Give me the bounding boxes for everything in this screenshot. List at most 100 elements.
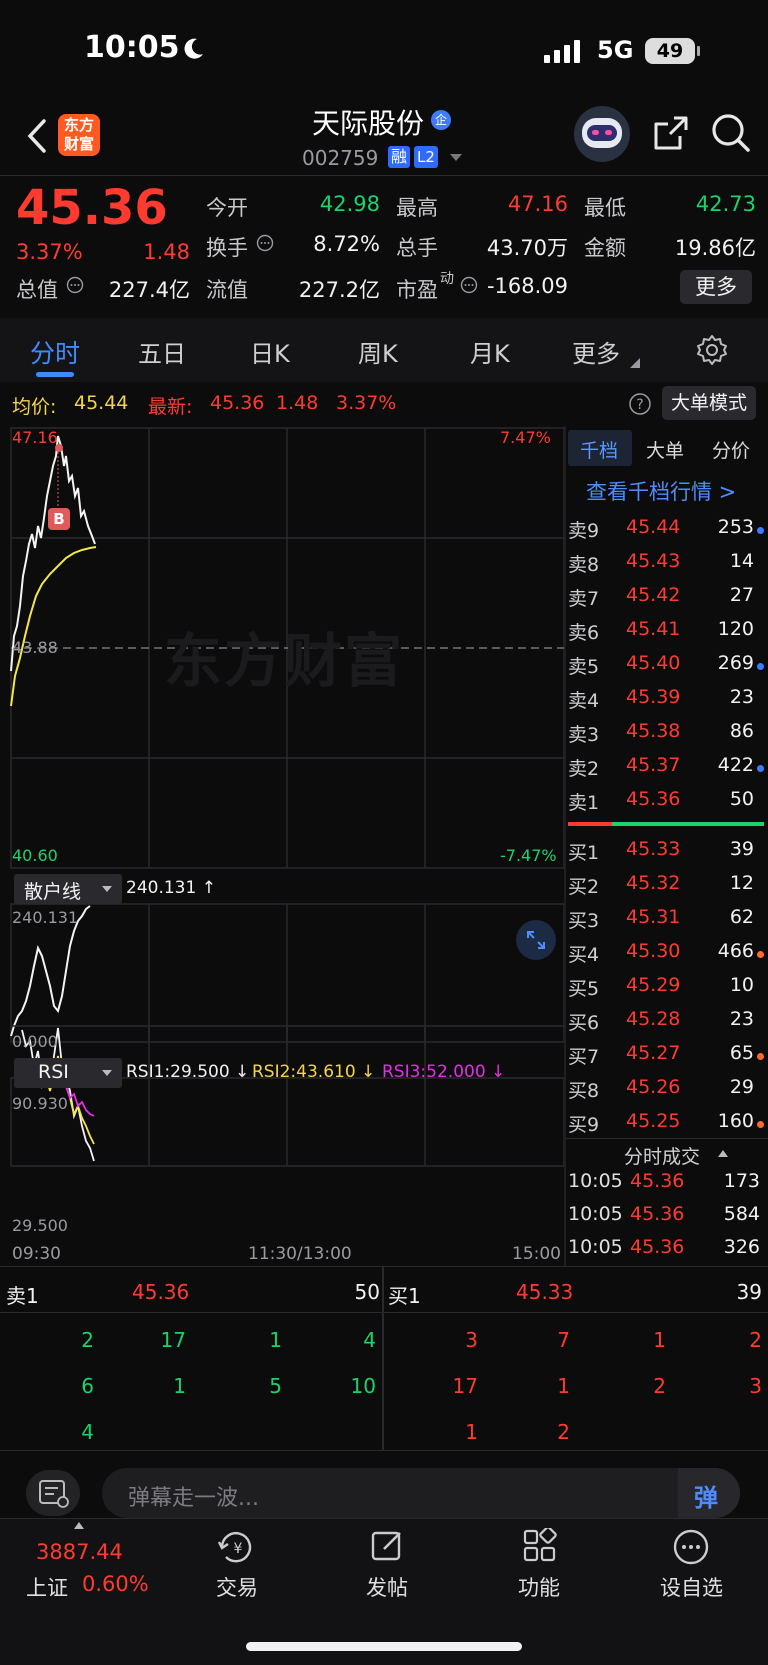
app-logo[interactable]: 东方财富 xyxy=(58,114,100,156)
queue-order: 1 xyxy=(173,1374,186,1398)
ask-row[interactable]: 卖4 45.39 23 xyxy=(568,686,764,720)
level-label: 卖9 xyxy=(568,520,600,542)
bid-row[interactable]: 买6 45.28 23 xyxy=(568,1008,764,1042)
intraday-chart[interactable] xyxy=(0,426,566,1236)
bid-row[interactable]: 买4 45.30 466 xyxy=(568,940,764,974)
ask-row[interactable]: 卖6 45.41 120 xyxy=(568,618,764,652)
level-label: 买5 xyxy=(568,978,600,1000)
tab-intraday[interactable]: 分时 xyxy=(30,334,80,370)
queue-order: 6 xyxy=(81,1374,94,1398)
rsi-indicator-select[interactable]: RSI xyxy=(14,1058,122,1088)
queue-order: 17 xyxy=(160,1328,186,1352)
ask-row[interactable]: 卖3 45.38 86 xyxy=(568,720,764,754)
comment-input[interactable]: 弹幕走一波... 弹 xyxy=(102,1468,740,1518)
bid-row[interactable]: 买3 45.31 62 xyxy=(568,906,764,940)
bid-row[interactable]: 买1 45.33 39 xyxy=(568,838,764,872)
trades-divider xyxy=(566,1138,768,1139)
index-percent[interactable]: 0.60% xyxy=(82,1572,149,1596)
expand-chart-button[interactable] xyxy=(516,920,556,960)
stock-name: 天际股份 xyxy=(312,107,425,140)
ask-row[interactable]: 卖1 45.36 50 xyxy=(568,788,764,822)
big-order-mode-button[interactable]: 大单模式 xyxy=(662,386,756,420)
index-name[interactable]: 上证 xyxy=(26,1572,68,1602)
bid-row[interactable]: 买8 45.26 29 xyxy=(568,1076,764,1110)
level-volume: 422 xyxy=(717,754,754,776)
change-percent: 3.37% xyxy=(16,240,83,264)
robot-assistant-icon[interactable] xyxy=(574,106,630,162)
help-icon[interactable]: ? xyxy=(628,392,652,416)
level-volume: 12 xyxy=(729,872,754,894)
send-danmaku-button[interactable]: 弹 xyxy=(678,1468,740,1518)
bid-row[interactable]: 买2 45.32 12 xyxy=(568,872,764,906)
avg-price-value: 45.44 xyxy=(74,392,129,414)
queue-order: 3 xyxy=(749,1374,762,1398)
bid-row[interactable]: 买7 45.27 65 xyxy=(568,1042,764,1076)
svg-text:?: ? xyxy=(636,397,643,413)
view-thousand-levels-link[interactable]: 查看千档行情 > xyxy=(586,476,736,506)
bid-row[interactable]: 买5 45.29 10 xyxy=(568,974,764,1008)
time-mid-label: 11:30/13:00 xyxy=(248,1244,352,1264)
level-volume: 10 xyxy=(729,974,754,996)
queue-sell-price: 45.36 xyxy=(132,1280,190,1304)
chevron-down-icon[interactable] xyxy=(450,154,462,162)
enterprise-badge: 企 xyxy=(431,110,451,130)
trade-volume: 584 xyxy=(723,1203,760,1225)
tab-price-distribution[interactable]: 分价 xyxy=(712,436,750,463)
float-cap-label: 流值 xyxy=(206,278,248,302)
info-icon[interactable] xyxy=(460,276,478,294)
info-icon[interactable] xyxy=(256,234,274,252)
tab-monthly-k[interactable]: 月K xyxy=(470,334,510,369)
tab-thousand-levels[interactable]: 千档 xyxy=(580,436,618,463)
queue-buy-volume: 39 xyxy=(736,1280,762,1304)
volume-label: 总手 xyxy=(396,236,438,260)
trade-time: 10:05 xyxy=(568,1170,623,1192)
more-button[interactable]: 更多 xyxy=(680,270,752,304)
level-label: 买4 xyxy=(568,944,600,966)
post-icon xyxy=(371,1531,401,1561)
info-icon[interactable] xyxy=(66,276,84,294)
stock-header: 东方财富 天际股份 企 002759 融 L2 xyxy=(0,100,768,176)
low-value: 42.73 xyxy=(695,192,756,216)
gear-icon[interactable] xyxy=(696,334,728,366)
nav-add-watchlist[interactable]: 设自选 xyxy=(660,1572,723,1602)
nav-function[interactable]: 功能 xyxy=(518,1572,560,1602)
pe-value: -168.09 xyxy=(486,274,568,298)
ask-row[interactable]: 卖8 45.43 14 xyxy=(568,550,764,584)
level2-badge: L2 xyxy=(414,146,438,168)
function-icon xyxy=(523,1528,557,1562)
ask-row[interactable]: 卖9 45.44 253 xyxy=(568,516,764,550)
queue-sell-label: 卖1 xyxy=(6,1284,39,1308)
buy-marker[interactable]: B xyxy=(48,508,70,530)
amount-label: 金额 xyxy=(584,236,626,260)
tab-more[interactable]: 更多 xyxy=(572,334,620,369)
nav-trade[interactable]: 交易 xyxy=(216,1572,258,1602)
tab-daily-k[interactable]: 日K xyxy=(250,334,290,369)
search-icon[interactable] xyxy=(710,112,752,154)
stock-code: 002759 xyxy=(302,146,379,170)
level-volume: 29 xyxy=(729,1076,754,1098)
trade-price: 45.36 xyxy=(630,1170,685,1192)
queue-order: 7 xyxy=(557,1328,570,1352)
tab-big-orders[interactable]: 大单 xyxy=(646,436,684,463)
ask-row[interactable]: 卖2 45.37 422 xyxy=(568,754,764,788)
ask-row[interactable]: 卖5 45.40 269 xyxy=(568,652,764,686)
tab-weekly-k[interactable]: 周K xyxy=(358,334,398,369)
retail-indicator-select[interactable]: 散户线 xyxy=(14,874,122,904)
tab-five-day[interactable]: 五日 xyxy=(138,334,186,369)
prev-close-label: 43.88 xyxy=(12,638,58,657)
index-value[interactable]: 3887.44 xyxy=(36,1540,123,1564)
rsi-grid xyxy=(10,1025,565,1167)
comment-toggle-button[interactable] xyxy=(26,1470,80,1516)
level-volume: 253 xyxy=(717,516,754,538)
share-icon[interactable] xyxy=(650,114,690,154)
price-high-label: 47.16 xyxy=(12,428,58,447)
trade-price: 45.36 xyxy=(630,1236,685,1258)
chevron-up-icon[interactable] xyxy=(718,1150,728,1157)
ask-row[interactable]: 卖7 45.42 27 xyxy=(568,584,764,618)
chevron-up-icon[interactable] xyxy=(74,1522,84,1529)
level-volume: 65 xyxy=(729,1042,754,1064)
nav-post[interactable]: 发帖 xyxy=(366,1572,408,1602)
back-icon[interactable] xyxy=(26,118,48,154)
amount-value: 19.86亿 xyxy=(674,236,756,260)
level-label: 卖4 xyxy=(568,690,600,712)
